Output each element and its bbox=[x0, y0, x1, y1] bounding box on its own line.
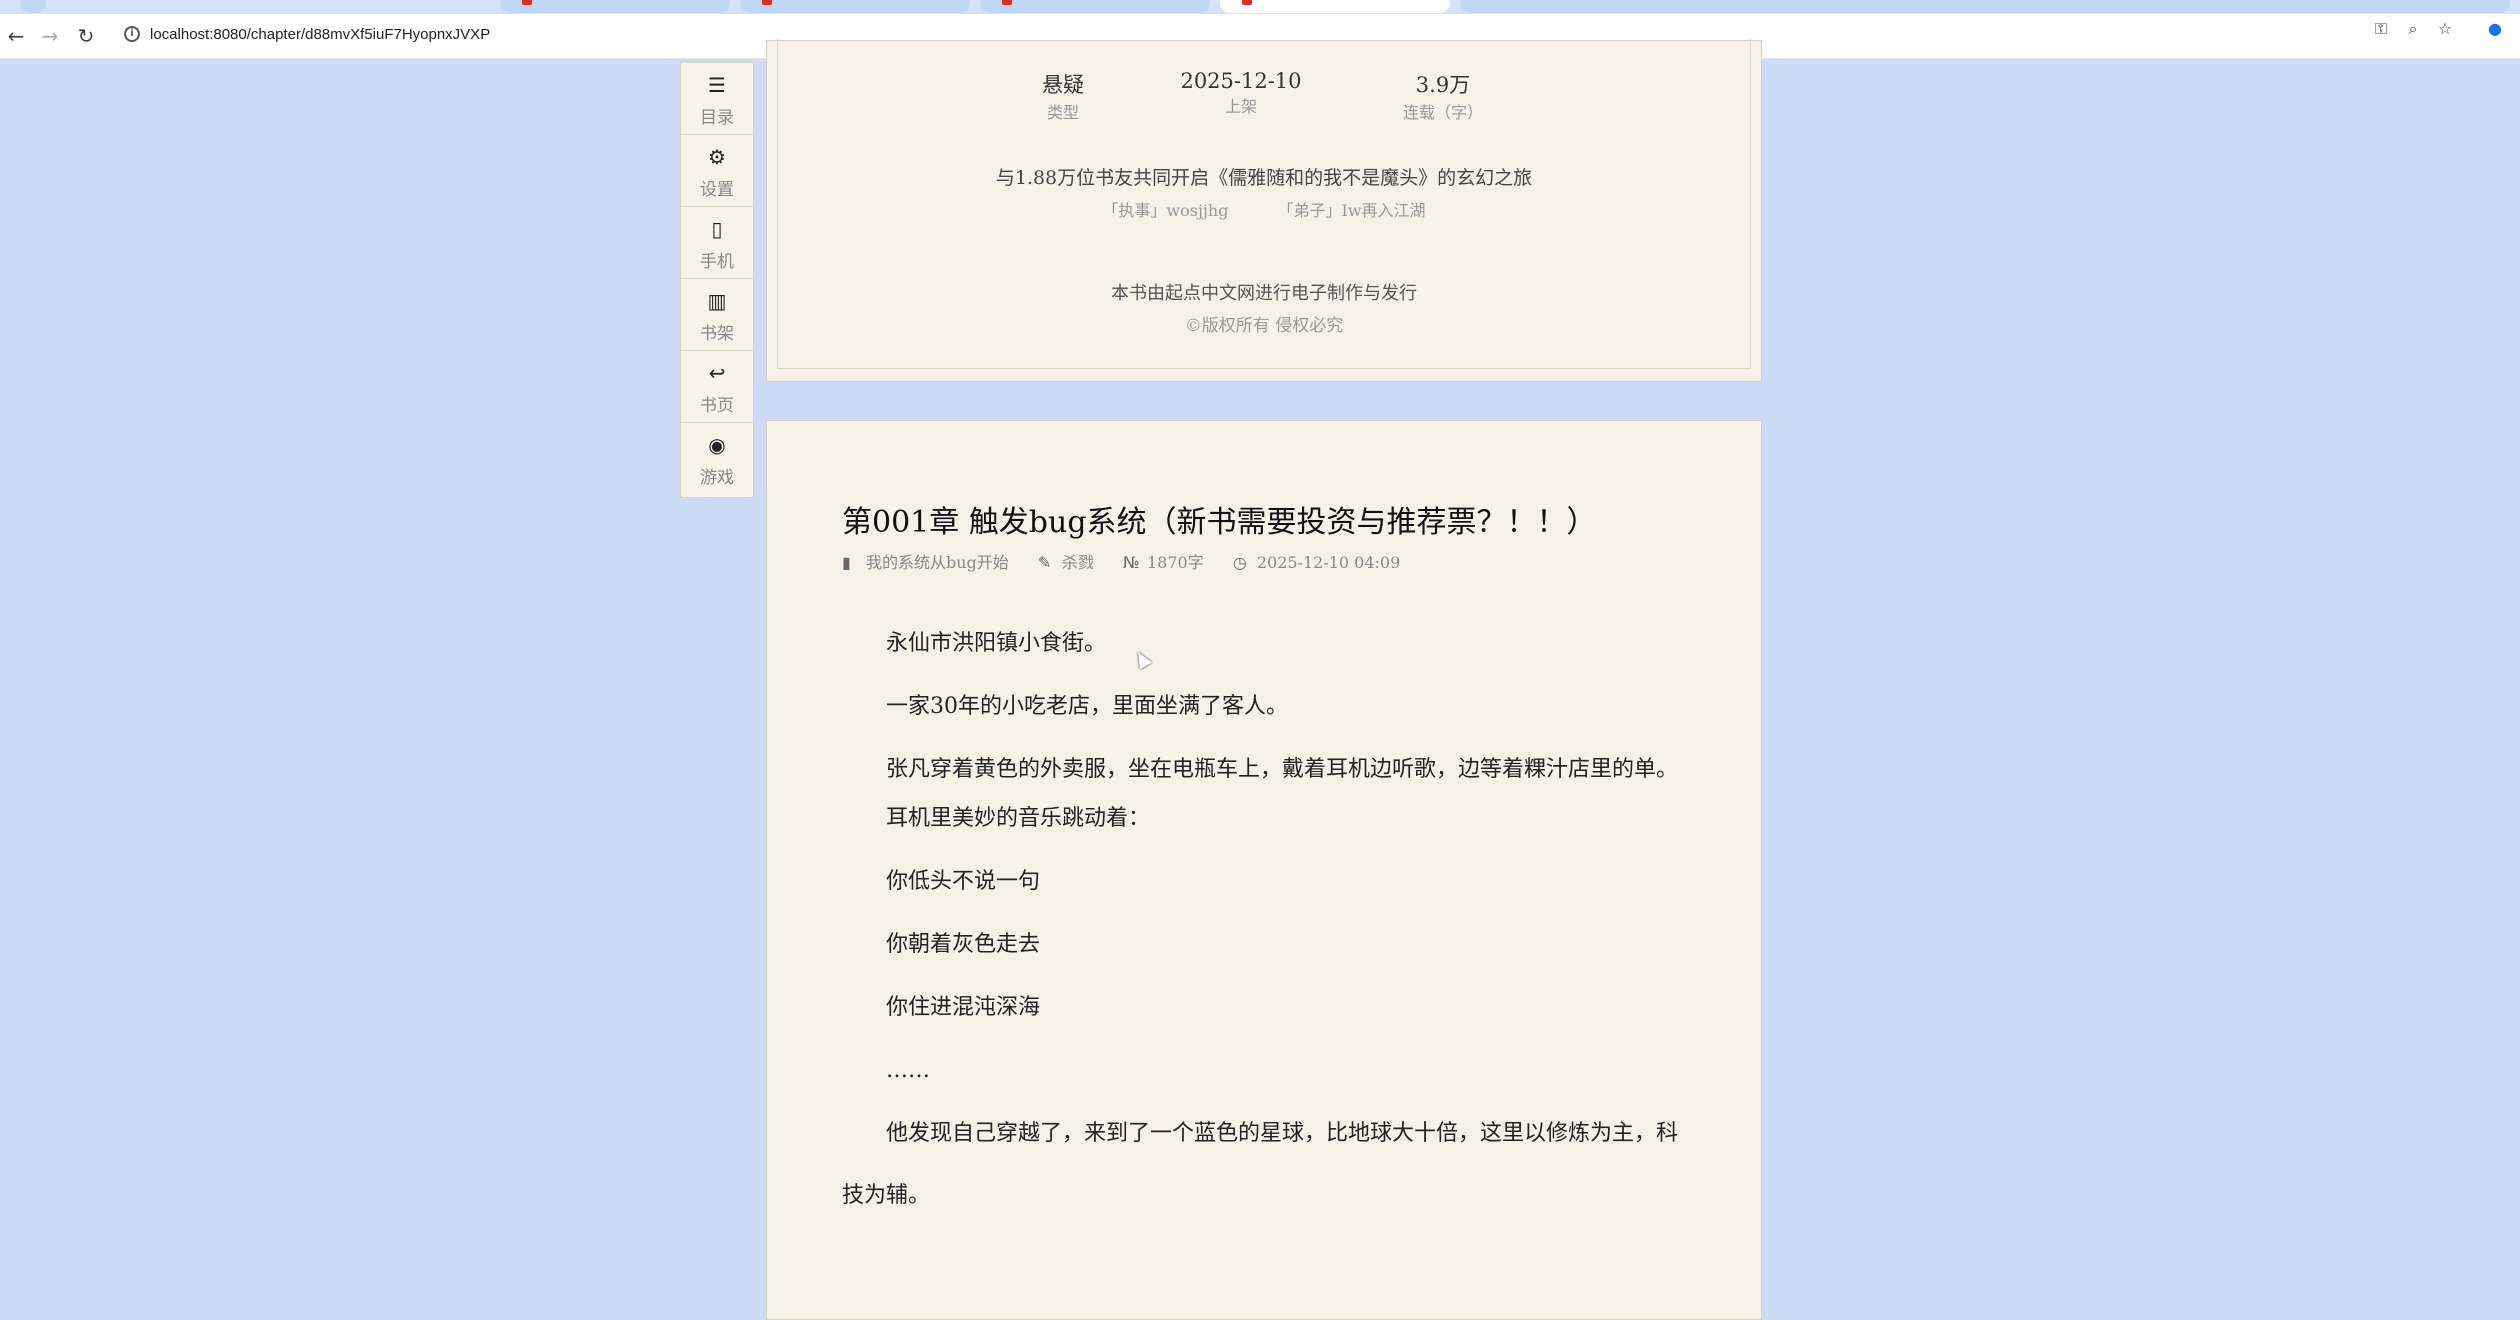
stat-label: 连载（字） bbox=[1402, 103, 1483, 122]
stat-label: 上架 bbox=[1224, 97, 1257, 116]
chapter-title: 第001章 触发bug系统（新书需要投资与推荐票？！！） bbox=[842, 505, 1597, 540]
gear-icon: ⚙ bbox=[708, 145, 726, 169]
site-info-icon[interactable]: i bbox=[124, 26, 140, 42]
menu-phone[interactable]: ▯ 手机 bbox=[681, 207, 753, 279]
meta-book[interactable]: ▮ 我的系统从bug开始 bbox=[842, 549, 1009, 573]
paragraph: 你朝着灰色走去 bbox=[886, 932, 1041, 957]
tab-active[interactable] bbox=[1220, 0, 1450, 13]
paragraph: 一家30年的小吃老店，里面坐满了客人。 bbox=[886, 694, 1288, 719]
paragraph: 他发现自己穿越了，来到了一个蓝色的星球，比地球大十倍，这里以修炼为主，科技为辅。 bbox=[842, 1121, 1679, 1208]
readers-line: 与1.88万位书友共同开启《儒雅随和的我不是魔头》的玄幻之旅 bbox=[995, 167, 1533, 189]
menu-label: 目录 bbox=[700, 108, 734, 128]
tab[interactable] bbox=[980, 0, 1210, 13]
profile-icon[interactable]: ● bbox=[2482, 16, 2508, 42]
paragraph: 耳机里美妙的音乐跳动着： bbox=[886, 806, 1151, 831]
menu-settings[interactable]: ⚙ 设置 bbox=[681, 135, 753, 207]
tab[interactable] bbox=[20, 0, 46, 13]
forward-button[interactable]: → bbox=[36, 22, 64, 50]
reader-side-menu: ☰ 目录 ⚙ 设置 ▯ 手机 ▥ 书架 ↩ 书页 ◉ 游戏 bbox=[680, 62, 754, 498]
stat-value: 悬疑 bbox=[1042, 73, 1084, 97]
book-icon: ▮ bbox=[842, 553, 851, 572]
bookmark-star-icon[interactable]: ☆ bbox=[2432, 16, 2458, 42]
stat-label: 类型 bbox=[1046, 103, 1079, 122]
paragraph: 你住进混沌深海 bbox=[886, 995, 1041, 1020]
pen-icon: ✎ bbox=[1037, 553, 1052, 572]
meta-update-time: 2025-12-10 04:09 bbox=[1256, 553, 1401, 572]
number-icon: № bbox=[1123, 553, 1140, 572]
tab[interactable] bbox=[740, 0, 970, 13]
tab-strip bbox=[0, 0, 2520, 14]
publisher-note: 本书由起点中文网进行电子制作与发行 bbox=[1111, 283, 1417, 304]
meta-word-count: 1870字 bbox=[1147, 553, 1204, 572]
stat-words: 3.9万 连载（字） bbox=[1343, 69, 1543, 123]
chapter-panel: 第001章 触发bug系统（新书需要投资与推荐票？！！） ▮ 我的系统从bug开始… bbox=[766, 420, 1762, 1320]
chapter-content: 永仙市洪阳镇小食街。 一家30年的小吃老店，里面坐满了客人。 张凡穿着黄色的外卖… bbox=[842, 623, 1682, 1224]
book-info-panel: 悬疑 类型 2025-12-10 上架 3.9万 连载（字） 与1.88万位书友… bbox=[766, 39, 1762, 382]
fan-entry[interactable]: 「弟子」Iw再入江湖 bbox=[1278, 201, 1426, 220]
reload-button[interactable]: ↻ bbox=[72, 22, 100, 50]
tab[interactable] bbox=[1460, 0, 2510, 13]
url-text[interactable]: localhost:8080/chapter/d88mvXf5iuF7Hyopn… bbox=[150, 26, 490, 43]
menu-label: 手机 bbox=[700, 252, 734, 272]
menu-label: 设置 bbox=[700, 180, 734, 200]
menu-book-page[interactable]: ↩ 书页 bbox=[681, 351, 753, 423]
menu-catalog[interactable]: ☰ 目录 bbox=[681, 63, 753, 135]
favicon bbox=[762, 0, 772, 5]
meta-words: № 1870字 bbox=[1123, 549, 1204, 573]
phone-icon: ▯ bbox=[711, 217, 723, 241]
chapter-meta: ▮ 我的系统从bug开始 ✎ 杀戮 № 1870字 ◷ 2025-12-10 04:09 bbox=[842, 549, 1424, 575]
stat-date: 2025-12-10 上架 bbox=[1141, 69, 1341, 117]
stat-value: 2025-12-10 bbox=[1180, 69, 1302, 93]
menu-games[interactable]: ◉ 游戏 bbox=[681, 423, 753, 497]
tab[interactable] bbox=[500, 0, 730, 13]
favicon bbox=[522, 0, 532, 5]
fan-list: 「执事」wosjjhg 「弟子」Iw再入江湖 bbox=[767, 197, 1761, 221]
list-icon: ☰ bbox=[708, 73, 726, 97]
copyright-note: ©版权所有 侵权必究 bbox=[1184, 316, 1344, 336]
stat-value: 3.9万 bbox=[1415, 73, 1471, 97]
stat-genre: 悬疑 类型 bbox=[963, 69, 1163, 123]
bookshelf-icon: ▥ bbox=[707, 289, 727, 313]
menu-label: 游戏 bbox=[700, 468, 734, 488]
meta-book-name[interactable]: 我的系统从bug开始 bbox=[866, 553, 1009, 572]
menu-bookshelf[interactable]: ▥ 书架 bbox=[681, 279, 753, 351]
password-key-icon[interactable]: ⚿ bbox=[2368, 16, 2394, 42]
meta-author[interactable]: ✎ 杀戮 bbox=[1038, 549, 1094, 573]
clock-icon: ◷ bbox=[1232, 553, 1247, 572]
paragraph: 永仙市洪阳镇小食街。 bbox=[886, 631, 1107, 656]
gamepad-icon: ◉ bbox=[708, 433, 726, 457]
favicon bbox=[1242, 0, 1252, 5]
meta-time: ◷ 2025-12-10 04:09 bbox=[1233, 553, 1400, 572]
paragraph: …… bbox=[886, 1058, 930, 1083]
paragraph: 张凡穿着黄色的外卖服，坐在电瓶车上，戴着耳机边听歌，边等着粿汁店里的单。 bbox=[886, 757, 1679, 782]
zoom-icon[interactable]: ⌕ bbox=[2400, 16, 2426, 42]
meta-author-name[interactable]: 杀戮 bbox=[1062, 553, 1094, 572]
menu-label: 书页 bbox=[700, 396, 734, 416]
back-button[interactable]: ← bbox=[2, 22, 30, 50]
menu-label: 书架 bbox=[700, 324, 734, 344]
fan-entry[interactable]: 「执事」wosjjhg bbox=[1102, 201, 1228, 220]
paragraph: 你低头不说一句 bbox=[886, 869, 1041, 894]
return-icon: ↩ bbox=[708, 361, 726, 385]
favicon bbox=[1002, 0, 1012, 5]
